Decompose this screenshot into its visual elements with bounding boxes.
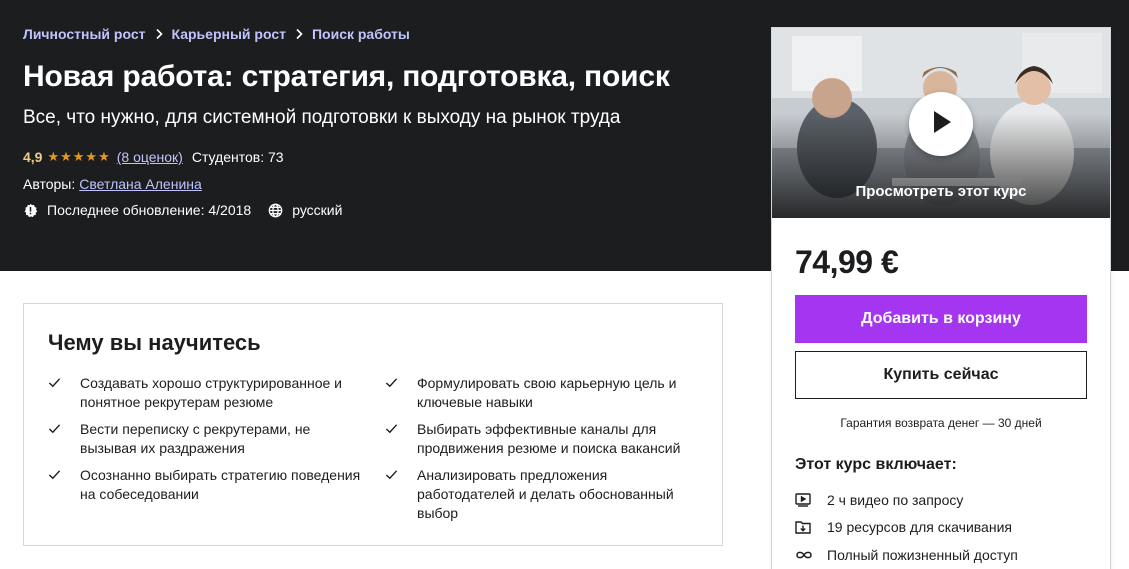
learn-item: Формулировать свою карьерную цель и ключ… xyxy=(385,374,701,412)
breadcrumb-item-career-growth[interactable]: Карьерный рост xyxy=(172,26,286,42)
learn-item-text: Выбирать эффективные каналы для продвиже… xyxy=(417,421,681,456)
preview-label: Просмотреть этот курс xyxy=(855,183,1027,200)
learn-item-text: Анализировать предложения работодателей … xyxy=(417,467,674,521)
include-text: 19 ресурсов для скачивания xyxy=(827,519,1012,536)
purchase-sidebar: Просмотреть этот курс 74,99 € Добавить в… xyxy=(771,27,1111,569)
rating-value: 4,9 xyxy=(23,149,43,165)
video-icon xyxy=(795,493,827,507)
includes-title: Этот курс включает: xyxy=(795,456,957,473)
language-text: русский xyxy=(292,202,343,218)
alert-badge-icon xyxy=(23,203,38,218)
authors-label: Авторы: xyxy=(23,176,76,192)
globe-icon xyxy=(268,203,283,218)
include-item: Полный пожизненный доступ xyxy=(795,541,1095,569)
check-icon xyxy=(48,466,80,486)
play-button[interactable] xyxy=(909,92,973,156)
include-text: 2 ч видео по запросу xyxy=(827,491,964,508)
learn-item-text: Формулировать свою карьерную цель и ключ… xyxy=(417,375,677,410)
chevron-right-icon xyxy=(155,28,163,40)
learn-item: Выбирать эффективные каналы для продвиже… xyxy=(385,420,701,458)
course-language: русский xyxy=(268,202,342,218)
learn-item: Создавать хорошо структурированное и пон… xyxy=(48,374,385,412)
students-count: Студентов: 73 xyxy=(191,149,284,165)
check-icon xyxy=(385,420,417,440)
learn-item: Вести переписку с рекрутерами, не вызыва… xyxy=(48,420,385,458)
learn-item-text: Осознанно выбирать стратегию поведения н… xyxy=(80,467,361,502)
reviews-link[interactable]: (8 оценок) xyxy=(117,149,183,165)
chevron-right-icon xyxy=(295,28,303,40)
rating-row: 4,9 ★★★★★ (8 оценок) Студентов: 73 xyxy=(23,149,284,165)
course-subtitle: Все, что нужно, для системной подготовки… xyxy=(23,107,621,128)
learn-item-text: Вести переписку с рекрутерами, не вызыва… xyxy=(80,421,311,456)
include-text: Полный пожизненный доступ xyxy=(827,546,1018,563)
what-you-will-learn: Чему вы научитесь Создавать хорошо струк… xyxy=(23,303,723,546)
learn-title: Чему вы научитесь xyxy=(48,330,261,355)
learn-list: Создавать хорошо структурированное и пон… xyxy=(48,374,698,523)
course-price: 74,99 € xyxy=(795,244,899,280)
authors-row: Авторы: Светлана Аленина xyxy=(23,176,202,192)
learn-item: Анализировать предложения работодателей … xyxy=(385,466,701,523)
infinity-icon xyxy=(795,550,827,560)
check-icon xyxy=(385,374,417,394)
include-item: 19 ресурсов для скачивания xyxy=(795,514,1095,542)
breadcrumb-item-personal-growth[interactable]: Личностный рост xyxy=(23,26,146,42)
course-title: Новая работа: стратегия, подготовка, пои… xyxy=(23,60,670,93)
learn-item-text: Создавать хорошо структурированное и пон… xyxy=(80,375,342,410)
last-updated: Последнее обновление: 4/2018 xyxy=(23,202,251,218)
includes-list: 2 ч видео по запросу 19 ресурсов для ска… xyxy=(795,486,1095,569)
download-folder-icon xyxy=(795,520,827,534)
play-icon xyxy=(929,109,953,140)
author-link[interactable]: Светлана Аленина xyxy=(79,176,202,192)
breadcrumb-item-job-search[interactable]: Поиск работы xyxy=(312,26,410,42)
check-icon xyxy=(385,466,417,486)
course-preview[interactable]: Просмотреть этот курс xyxy=(772,28,1110,218)
learn-item: Осознанно выбирать стратегию поведения н… xyxy=(48,466,385,523)
include-item: 2 ч видео по запросу xyxy=(795,486,1095,514)
check-icon xyxy=(48,420,80,440)
buy-now-button[interactable]: Купить сейчас xyxy=(795,351,1087,399)
star-rating-icon: ★★★★★ xyxy=(47,149,111,164)
add-to-cart-button[interactable]: Добавить в корзину xyxy=(795,295,1087,343)
meta-row: Последнее обновление: 4/2018 русский xyxy=(23,202,359,218)
breadcrumb: Личностный рост Карьерный рост Поиск раб… xyxy=(23,26,410,42)
last-updated-text: Последнее обновление: 4/2018 xyxy=(47,202,252,218)
check-icon xyxy=(48,374,80,394)
money-back-guarantee: Гарантия возврата денег — 30 дней xyxy=(840,416,1042,430)
